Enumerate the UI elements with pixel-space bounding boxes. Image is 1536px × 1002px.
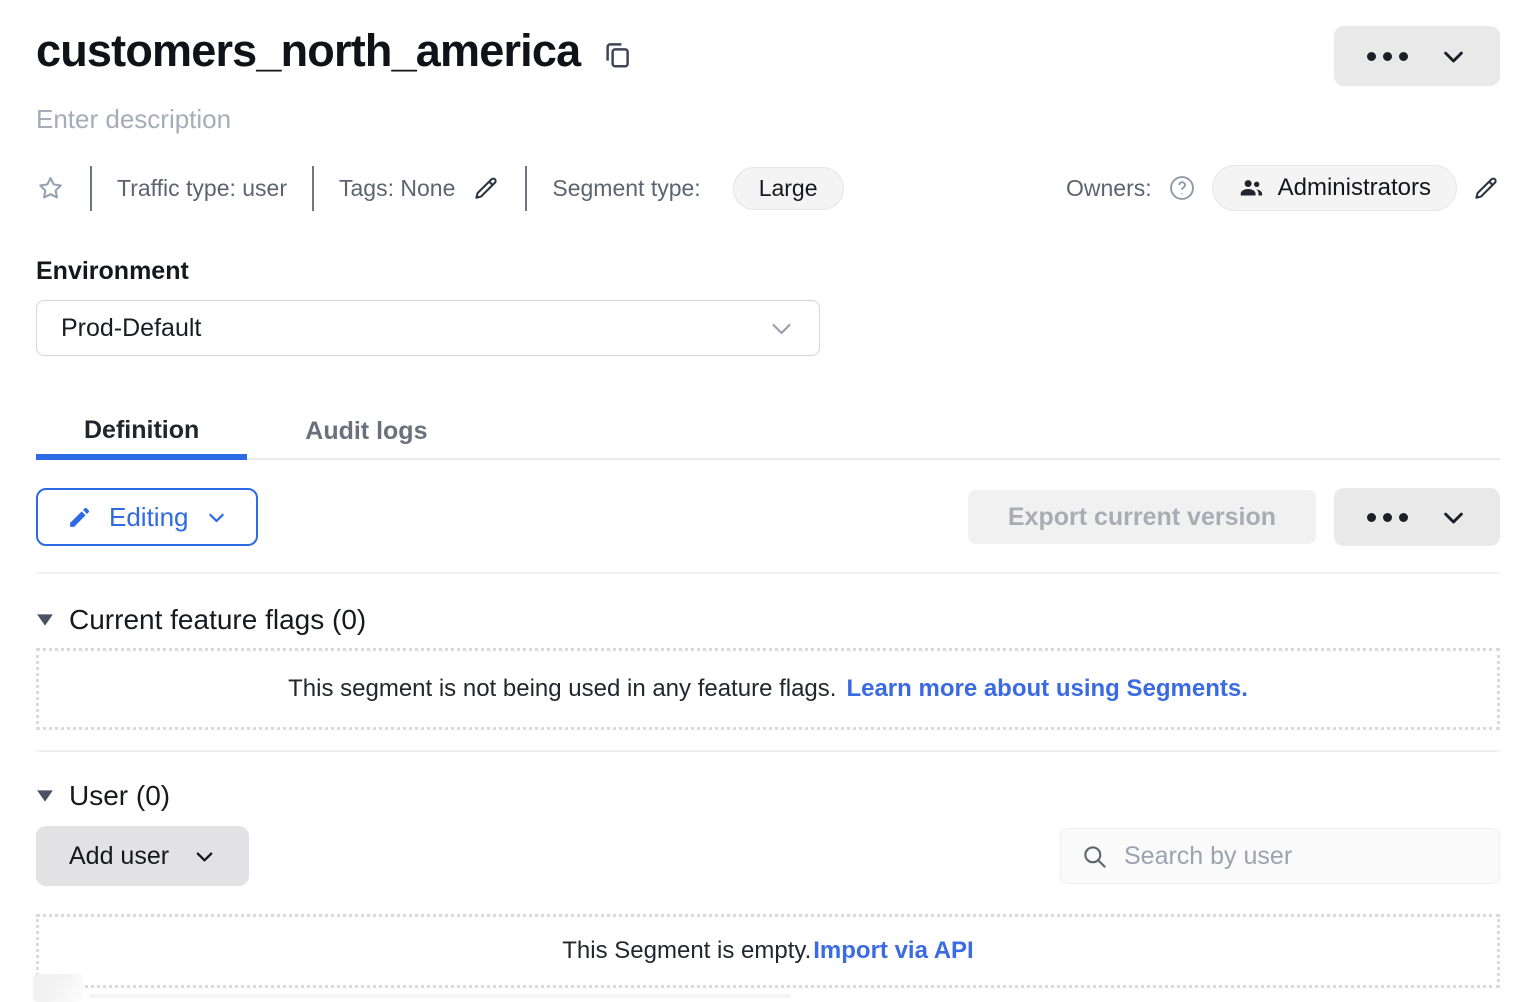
export-current-version-button[interactable]: Export current version — [968, 490, 1316, 544]
pencil-icon — [67, 505, 92, 530]
toolbar-right: Export current version — [968, 488, 1500, 546]
description-placeholder[interactable]: Enter description — [36, 104, 1500, 135]
copy-icon[interactable] — [602, 40, 632, 70]
header: customers_north_america — [36, 0, 1500, 86]
divider — [36, 572, 1500, 574]
chevron-down-icon — [1440, 504, 1467, 531]
tab-audit-logs[interactable]: Audit logs — [257, 402, 475, 460]
user-section-title: User (0) — [69, 780, 170, 812]
feature-flags-empty-state: This segment is not being used in any fe… — [36, 648, 1500, 730]
tab-definition[interactable]: Definition — [36, 402, 247, 460]
add-user-button[interactable]: Add user — [36, 826, 249, 886]
page-title: customers_north_america — [36, 26, 580, 76]
divider — [90, 166, 92, 211]
ellipsis-icon — [1367, 52, 1408, 61]
owners-pill[interactable]: Administrators — [1212, 165, 1457, 211]
collapse-caret-icon — [36, 789, 54, 803]
import-via-api-link[interactable]: Import via API — [813, 937, 973, 965]
environment-select[interactable]: Prod-Default — [36, 300, 820, 356]
title-wrap: customers_north_america — [36, 26, 632, 76]
segment-detail-page: customers_north_america Enter descriptio… — [0, 0, 1536, 988]
favorite-star-icon[interactable] — [36, 174, 65, 203]
meta-row: Traffic type: user Tags: None Segment ty… — [36, 165, 1500, 211]
segment-type: Segment type: Large — [552, 167, 843, 210]
chevron-down-icon — [206, 507, 227, 528]
definition-toolbar: Editing Export current version — [36, 488, 1500, 546]
feature-flags-empty-text: This segment is not being used in any fe… — [288, 675, 836, 703]
divider — [36, 750, 1500, 752]
chevron-down-icon — [1440, 43, 1467, 70]
chevron-down-icon — [193, 845, 216, 868]
user-empty-state: This Segment is empty. Import via API — [36, 914, 1500, 988]
segment-type-label: Segment type: — [552, 175, 700, 202]
owners-label: Owners: — [1066, 175, 1152, 202]
tags-label: Tags: None — [339, 175, 455, 202]
people-icon — [1238, 175, 1265, 202]
edit-tags-pencil-icon[interactable] — [473, 175, 500, 202]
tab-bar: Definition Audit logs — [36, 402, 1500, 460]
toolbar-more-button[interactable] — [1334, 488, 1500, 546]
traffic-type-label: Traffic type: user — [117, 175, 287, 202]
edit-owners-pencil-icon[interactable] — [1473, 175, 1500, 202]
add-user-label: Add user — [69, 842, 169, 871]
user-empty-text: This Segment is empty. — [562, 937, 811, 965]
feature-flags-section-header[interactable]: Current feature flags (0) — [36, 604, 366, 636]
editing-mode-button[interactable]: Editing — [36, 488, 258, 546]
search-by-user-input[interactable] — [1122, 841, 1479, 872]
tags: Tags: None — [339, 175, 500, 202]
search-by-user-box — [1060, 828, 1500, 884]
help-question-icon[interactable] — [1168, 174, 1196, 202]
collapse-caret-icon — [36, 613, 54, 627]
user-controls: Add user — [36, 826, 1500, 886]
environment-label: Environment — [36, 257, 1500, 286]
feature-flags-section-title: Current feature flags (0) — [69, 604, 366, 636]
owners-group: Owners: Administrators — [1066, 165, 1500, 211]
divider — [525, 166, 527, 211]
environment-selected-value: Prod-Default — [61, 314, 201, 343]
editing-label: Editing — [109, 502, 189, 533]
ellipsis-icon — [1367, 513, 1408, 522]
cutoff-element — [90, 994, 790, 998]
divider — [312, 166, 314, 211]
user-section-header[interactable]: User (0) — [36, 780, 170, 812]
learn-more-segments-link[interactable]: Learn more about using Segments. — [846, 675, 1247, 703]
segment-type-badge: Large — [733, 167, 844, 210]
cutoff-element — [33, 974, 83, 1002]
search-icon — [1081, 843, 1108, 870]
header-more-button[interactable] — [1334, 26, 1500, 86]
owners-value: Administrators — [1278, 174, 1431, 202]
traffic-type: Traffic type: user — [117, 175, 287, 202]
chevron-down-icon — [768, 315, 795, 342]
